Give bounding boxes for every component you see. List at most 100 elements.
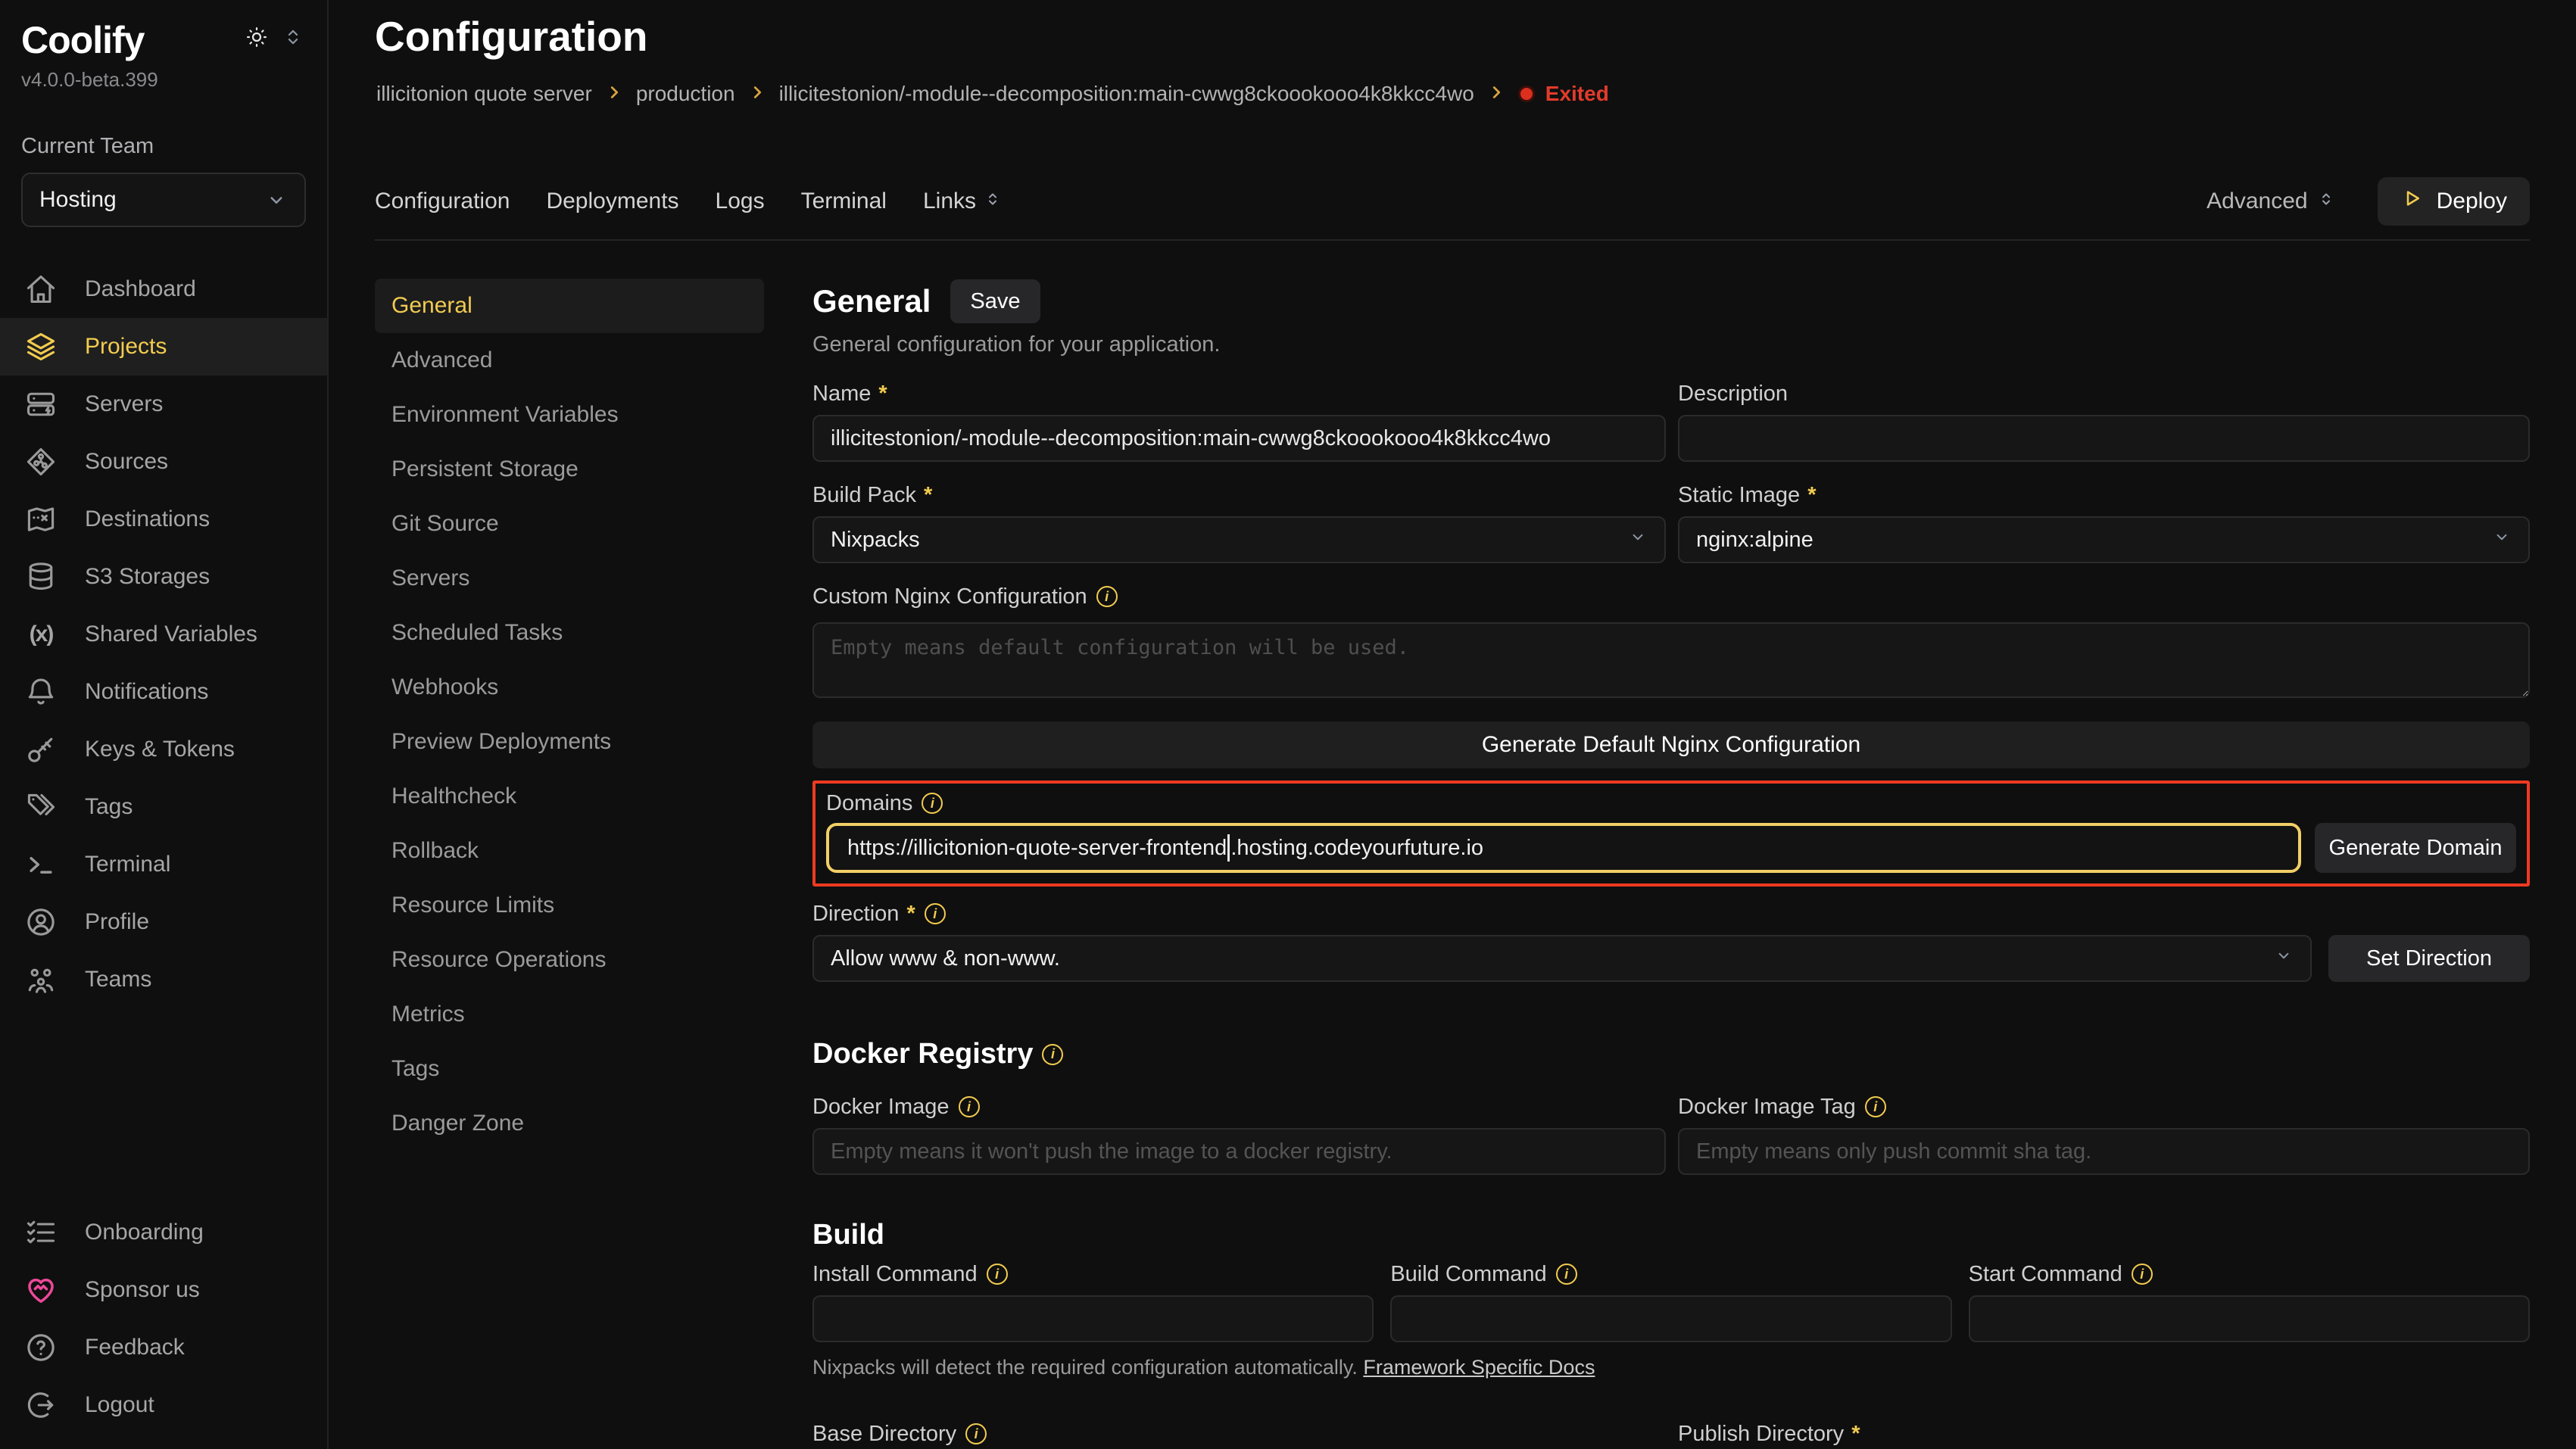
section-nav-tags[interactable]: Tags xyxy=(375,1042,764,1096)
sidebar-item-feedback[interactable]: Feedback xyxy=(0,1319,326,1376)
resource-tabs: Configuration Deployments Logs Terminal … xyxy=(375,189,1002,214)
team-select[interactable]: Hosting xyxy=(21,173,306,227)
chevron-down-icon xyxy=(2492,527,2512,553)
custom-nginx-textarea[interactable] xyxy=(812,622,2530,698)
start-command-input[interactable] xyxy=(1969,1295,2530,1342)
user-circle-icon xyxy=(24,905,58,939)
info-icon[interactable] xyxy=(922,793,943,814)
build-command-input[interactable] xyxy=(1390,1295,1951,1342)
deploy-button[interactable]: Deploy xyxy=(2378,177,2530,226)
install-command-label: Install Command xyxy=(812,1262,978,1287)
section-nav-resource-limits[interactable]: Resource Limits xyxy=(375,878,764,933)
info-icon[interactable] xyxy=(959,1096,980,1117)
info-icon[interactable] xyxy=(1042,1044,1063,1065)
tab-links[interactable]: Links xyxy=(923,189,1002,214)
section-nav-danger-zone[interactable]: Danger Zone xyxy=(375,1096,764,1151)
sidebar-item-terminal[interactable]: Terminal xyxy=(0,836,327,893)
section-nav-git-source[interactable]: Git Source xyxy=(375,497,764,551)
general-subtitle: General configuration for your applicati… xyxy=(812,332,2530,357)
name-label: Name xyxy=(812,382,871,407)
users-icon xyxy=(24,963,58,996)
sidebar-item-shared-variables[interactable]: (x) Shared Variables xyxy=(0,606,327,663)
description-input[interactable] xyxy=(1678,415,2530,462)
tab-deployments[interactable]: Deployments xyxy=(546,189,678,214)
general-form: General Save General configuration for y… xyxy=(812,279,2530,1449)
section-nav-environment-variables[interactable]: Environment Variables xyxy=(375,388,764,442)
advanced-dropdown[interactable]: Advanced xyxy=(2206,189,2334,214)
tab-configuration[interactable]: Configuration xyxy=(375,189,510,214)
section-nav-healthcheck[interactable]: Healthcheck xyxy=(375,769,764,824)
info-icon[interactable] xyxy=(987,1264,1008,1285)
static-image-label: Static Image xyxy=(1678,483,1800,508)
info-icon[interactable] xyxy=(1556,1264,1577,1285)
sidebar-item-sources[interactable]: Sources xyxy=(0,433,327,491)
section-nav-servers[interactable]: Servers xyxy=(375,551,764,606)
sidebar-item-onboarding[interactable]: Onboarding xyxy=(0,1204,326,1261)
breadcrumb-resource[interactable]: illicitestonion/-module--decomposition:m… xyxy=(779,82,1474,106)
direction-label: Direction xyxy=(812,902,899,927)
name-input[interactable] xyxy=(812,415,1666,462)
chevron-down-icon xyxy=(2274,946,2294,971)
docker-image-input[interactable] xyxy=(812,1128,1666,1175)
section-nav-general[interactable]: General xyxy=(375,279,764,333)
sidebar-item-teams[interactable]: Teams xyxy=(0,951,327,1008)
layers-icon xyxy=(24,330,58,363)
section-nav: General Advanced Environment Variables P… xyxy=(375,279,764,1151)
save-button[interactable]: Save xyxy=(950,279,1040,323)
sidebar-item-s3-storages[interactable]: S3 Storages xyxy=(0,548,327,606)
section-nav-scheduled-tasks[interactable]: Scheduled Tasks xyxy=(375,606,764,660)
sidebar-item-projects[interactable]: Projects xyxy=(0,318,327,375)
sidebar-item-servers[interactable]: Servers xyxy=(0,375,327,433)
breadcrumb-environment[interactable]: production xyxy=(636,82,735,106)
info-icon[interactable] xyxy=(925,903,946,924)
sidebar-item-destinations[interactable]: Destinations xyxy=(0,491,327,548)
description-label: Description xyxy=(1678,382,1788,407)
sidebar-item-label: S3 Storages xyxy=(85,564,210,590)
section-nav-rollback[interactable]: Rollback xyxy=(375,824,764,878)
info-icon[interactable] xyxy=(965,1423,987,1444)
sidebar-item-keys-tokens[interactable]: Keys & Tokens xyxy=(0,721,327,778)
info-icon[interactable] xyxy=(1096,586,1118,607)
sidebar-item-label: Shared Variables xyxy=(85,622,257,647)
chevron-right-icon xyxy=(1488,82,1505,106)
database-icon xyxy=(24,560,58,594)
sidebar-item-profile[interactable]: Profile xyxy=(0,893,327,951)
set-direction-button[interactable]: Set Direction xyxy=(2328,935,2530,982)
generate-domain-button[interactable]: Generate Domain xyxy=(2315,823,2516,873)
sidebar-item-tags[interactable]: Tags xyxy=(0,778,327,836)
tab-terminal[interactable]: Terminal xyxy=(801,189,887,214)
breadcrumb-project[interactable]: illicitonion quote server xyxy=(376,82,592,106)
section-nav-webhooks[interactable]: Webhooks xyxy=(375,660,764,715)
sidebar-item-notifications[interactable]: Notifications xyxy=(0,663,327,721)
sidebar-item-logout[interactable]: Logout xyxy=(0,1376,326,1434)
deploy-label: Deploy xyxy=(2437,189,2507,214)
sidebar-item-sponsor-us[interactable]: Sponsor us xyxy=(0,1261,326,1319)
domains-input[interactable]: https://illicitonion-quote-server-fronte… xyxy=(826,823,2301,873)
build-command-field: Build Command xyxy=(1390,1260,1951,1342)
direction-select[interactable]: Allow www & non-www. xyxy=(812,935,2312,982)
static-image-field: Static Image* nginx:alpine xyxy=(1678,481,2530,563)
sidebar-item-label: Teams xyxy=(85,967,151,992)
sidebar-item-dashboard[interactable]: Dashboard xyxy=(0,260,327,318)
info-icon[interactable] xyxy=(2132,1264,2153,1285)
install-command-input[interactable] xyxy=(812,1295,1374,1342)
section-nav-preview-deployments[interactable]: Preview Deployments xyxy=(375,715,764,769)
sidebar-collapse-icon[interactable] xyxy=(282,26,304,48)
info-icon[interactable] xyxy=(1865,1096,1886,1117)
key-icon xyxy=(24,733,58,766)
theme-sun-icon[interactable] xyxy=(245,26,268,48)
static-image-select[interactable]: nginx:alpine xyxy=(1678,516,2530,563)
build-pack-value: Nixpacks xyxy=(831,528,920,553)
section-nav-persistent-storage[interactable]: Persistent Storage xyxy=(375,442,764,497)
section-nav-resource-operations[interactable]: Resource Operations xyxy=(375,933,764,987)
name-field: Name* xyxy=(812,380,1666,462)
sidebar-header: Coolify xyxy=(0,0,327,62)
docker-image-tag-input[interactable] xyxy=(1678,1128,2530,1175)
build-pack-select[interactable]: Nixpacks xyxy=(812,516,1666,563)
framework-docs-link[interactable]: Framework Specific Docs xyxy=(1363,1356,1595,1379)
generate-nginx-button[interactable]: Generate Default Nginx Configuration xyxy=(812,721,2530,768)
section-nav-metrics[interactable]: Metrics xyxy=(375,987,764,1042)
tab-logs[interactable]: Logs xyxy=(716,189,765,214)
section-nav-advanced[interactable]: Advanced xyxy=(375,333,764,388)
team-select-value: Hosting xyxy=(39,187,117,213)
